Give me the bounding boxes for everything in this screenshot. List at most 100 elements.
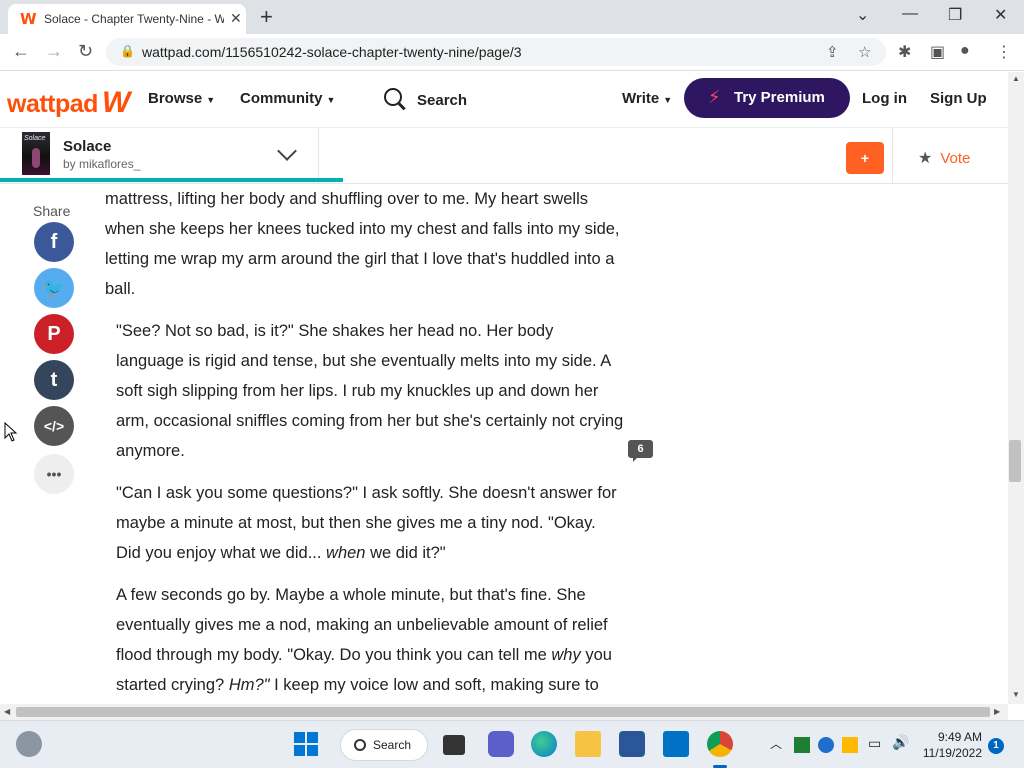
try-premium-button[interactable]: ⚡ Try Premium <box>684 78 850 118</box>
clock-time: 9:49 AM <box>937 730 982 744</box>
community-label: Community <box>240 90 323 107</box>
write-label: Write <box>622 90 660 107</box>
file-explorer-icon[interactable] <box>575 731 601 757</box>
microsoft-store-icon[interactable] <box>619 731 645 757</box>
system-clock[interactable]: 9:49 AM 11/19/2022 <box>918 729 982 761</box>
onedrive-icon[interactable] <box>818 737 834 753</box>
signup-link[interactable]: Sign Up <box>930 90 987 107</box>
text-run: we did it?" <box>365 544 446 562</box>
security-warning-icon[interactable] <box>842 737 858 753</box>
forward-arrow-icon[interactable]: → <box>45 41 63 62</box>
weather-icon[interactable] <box>16 731 42 757</box>
teams-chat-icon[interactable] <box>488 731 514 757</box>
scroll-down-icon[interactable]: ▼ <box>1012 690 1020 699</box>
taskbar-search[interactable]: Search <box>340 729 428 761</box>
search-icon <box>384 88 402 106</box>
story-bar: Solace Solace by mikaflores_ + ★ Vote <box>0 128 1008 184</box>
tumblr-icon[interactable]: t <box>34 360 74 400</box>
vertical-scrollbar[interactable] <box>1008 72 1024 704</box>
chrome-icon[interactable] <box>707 731 733 757</box>
chevron-down-icon: ▼ <box>663 95 673 105</box>
browse-label: Browse <box>148 90 203 107</box>
chevron-down-icon[interactable] <box>277 141 297 161</box>
taskbar-search-label: Search <box>373 738 412 752</box>
horizontal-scroll-thumb[interactable] <box>16 707 990 717</box>
reload-icon[interactable]: ↻ <box>78 41 93 62</box>
tray-app-icon[interactable] <box>794 737 810 753</box>
side-panel-icon[interactable]: ▣ <box>930 42 945 62</box>
address-bar[interactable]: 🔒 wattpad.com/1156510242-solace-chapter-… <box>106 38 886 66</box>
add-to-library-button[interactable]: + <box>846 142 884 174</box>
inline-comment-button[interactable]: 6 <box>628 440 653 462</box>
profile-avatar-icon[interactable]: ● <box>960 42 970 60</box>
twitter-icon[interactable]: 🐦 <box>34 268 74 308</box>
tab-title: Solace - Chapter Twenty-Nine - Wattpad <box>44 12 224 26</box>
close-window-button[interactable]: ✕ <box>994 5 1007 25</box>
story-title[interactable]: Solace <box>63 138 111 155</box>
windows-taskbar: Search ︿ ▭ 🔊 9:49 AM 11/19/2022 1 <box>0 720 1024 768</box>
tab-search-icon[interactable]: ⌄ <box>856 5 869 25</box>
logo-text: wattpad <box>7 90 98 118</box>
vote-button[interactable]: ★ Vote <box>918 148 970 168</box>
lock-icon: 🔒 <box>120 44 135 58</box>
wattpad-logo[interactable]: wattpad W <box>7 86 130 120</box>
lightning-icon: ⚡ <box>708 87 721 107</box>
scroll-up-icon[interactable]: ▲ <box>1012 74 1020 83</box>
task-view-icon[interactable] <box>443 735 465 755</box>
cover-title: Solace <box>24 135 46 142</box>
paragraph: "Can I ask you some questions?" I ask so… <box>105 478 625 568</box>
vote-label: Vote <box>940 150 971 167</box>
browser-toolbar: ← → ↻ 🔒 wattpad.com/1156510242-solace-ch… <box>0 34 1024 71</box>
new-tab-button[interactable]: + <box>260 4 273 30</box>
pinterest-icon[interactable]: P <box>34 314 74 354</box>
wattpad-header: wattpad W Browse ▼ Community ▼ Search Write… <box>0 72 1008 128</box>
windows-start-icon[interactable] <box>293 731 319 757</box>
italic-text: when <box>326 544 366 562</box>
story-author[interactable]: by mikaflores_ <box>63 157 140 171</box>
search-button[interactable]: Search <box>384 86 467 109</box>
scroll-right-icon[interactable]: ▶ <box>994 707 1000 716</box>
scroll-left-icon[interactable]: ◀ <box>4 707 10 716</box>
search-label: Search <box>417 92 468 109</box>
back-arrow-icon[interactable]: ← <box>12 41 30 62</box>
mail-icon[interactable] <box>663 731 689 757</box>
browser-tab[interactable]: W Solace - Chapter Twenty-Nine - Wattpad… <box>8 4 246 34</box>
edge-browser-icon[interactable] <box>531 731 557 757</box>
bookmark-star-icon[interactable]: ☆ <box>858 43 871 61</box>
divider <box>892 128 893 183</box>
reading-progress-bar <box>0 178 343 182</box>
text-run: A few seconds go by. Maybe a whole minut… <box>116 586 608 664</box>
embed-icon[interactable]: </> <box>34 406 74 446</box>
story-cover-image[interactable]: Solace <box>22 132 50 175</box>
chevron-up-icon[interactable]: ︿ <box>770 735 782 752</box>
italic-text: why <box>551 646 581 664</box>
minimize-button[interactable]: — <box>902 5 918 23</box>
browser-tab-strip: W Solace - Chapter Twenty-Nine - Wattpad… <box>0 0 1024 34</box>
chevron-down-icon: ▼ <box>206 95 216 105</box>
notification-badge[interactable]: 1 <box>988 738 1004 754</box>
extensions-puzzle-icon[interactable]: ✱ <box>898 42 911 62</box>
browse-menu[interactable]: Browse ▼ <box>148 90 215 107</box>
community-menu[interactable]: Community ▼ <box>240 90 335 107</box>
login-link[interactable]: Log in <box>862 90 907 107</box>
share-page-icon[interactable]: ⇪ <box>826 43 839 61</box>
cover-figure <box>32 148 40 168</box>
premium-label: Try Premium <box>734 89 825 106</box>
more-icon[interactable]: ••• <box>34 454 74 494</box>
paragraph: mattress, lifting her body and shuffling… <box>105 190 620 298</box>
chrome-menu-icon[interactable]: ⋮ <box>996 42 1012 62</box>
mouse-cursor-icon <box>4 422 18 442</box>
network-icon[interactable]: ▭ <box>868 735 881 752</box>
maximize-button[interactable]: ❐ <box>948 5 962 25</box>
search-icon <box>354 739 366 751</box>
write-menu[interactable]: Write ▼ <box>622 90 672 107</box>
tab-close-icon[interactable]: ✕ <box>230 10 242 27</box>
text-run: I keep my voice low and soft, making sur… <box>269 676 599 694</box>
facebook-icon[interactable]: f <box>34 222 74 262</box>
wattpad-favicon-icon: W <box>20 10 37 28</box>
chevron-down-icon: ▼ <box>326 95 336 105</box>
share-label: Share <box>33 203 71 219</box>
volume-icon[interactable]: 🔊 <box>892 734 909 751</box>
url-text[interactable]: wattpad.com/1156510242-solace-chapter-tw… <box>142 44 522 60</box>
vertical-scroll-thumb[interactable] <box>1009 440 1021 482</box>
